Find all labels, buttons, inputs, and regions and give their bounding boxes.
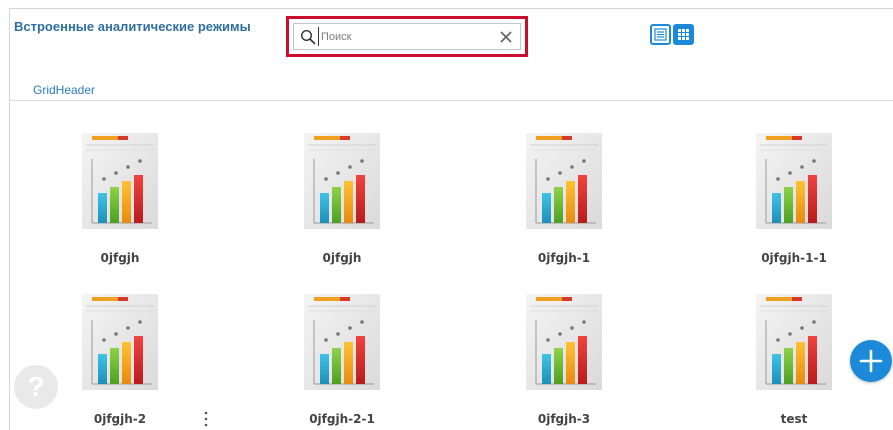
list-view-button[interactable]: [650, 24, 671, 45]
grid-header-label: GridHeader: [33, 83, 96, 97]
report-tile[interactable]: 0jfgjh-1-1: [729, 133, 859, 265]
bar-chart-report-icon: [82, 294, 158, 390]
help-icon[interactable]: ?: [14, 365, 58, 409]
bar-chart-report-icon: [82, 133, 158, 229]
page-title: Встроенные аналитические режимы: [14, 19, 251, 34]
bar-chart-report-icon: [756, 294, 832, 390]
report-tile[interactable]: 0jfgjh-2-1: [277, 294, 407, 426]
report-name: 0jfgjh-2-1: [309, 412, 375, 426]
search-box[interactable]: [293, 23, 521, 50]
add-button[interactable]: [850, 340, 892, 382]
report-name: 0jfgjh-1: [537, 251, 591, 265]
divider: [10, 100, 893, 101]
search-input[interactable]: [318, 27, 498, 46]
bar-chart-report-icon: [526, 294, 602, 390]
grid-view-icon: [678, 29, 689, 40]
report-tile[interactable]: 0jfgjh: [277, 133, 407, 265]
report-tile[interactable]: 0jfgjh-2: [55, 294, 185, 426]
close-icon[interactable]: [498, 29, 514, 45]
view-toggle: [650, 24, 694, 45]
bar-chart-report-icon: [304, 133, 380, 229]
grid-view-button[interactable]: [673, 24, 694, 45]
report-name: 0jfgjh-1-1: [761, 251, 827, 265]
list-view-icon: [654, 28, 667, 41]
plus-icon: [859, 349, 883, 373]
more-vertical-icon[interactable]: [203, 411, 209, 427]
search-highlight: [286, 16, 528, 57]
bar-chart-report-icon: [526, 133, 602, 229]
report-name: 0jfgjh-3: [537, 412, 591, 426]
bar-chart-report-icon: [304, 294, 380, 390]
report-name: 0jfgjh-2: [93, 412, 147, 426]
report-name: 0jfgjh: [322, 251, 362, 265]
report-tile[interactable]: 0jfgjh-1: [499, 133, 629, 265]
report-tile[interactable]: test: [729, 294, 859, 426]
report-name: 0jfgjh: [100, 251, 140, 265]
bar-chart-report-icon: [756, 133, 832, 229]
search-icon: [300, 29, 316, 45]
report-name: test: [780, 412, 808, 426]
report-tile[interactable]: 0jfgjh-3: [499, 294, 629, 426]
report-tile[interactable]: 0jfgjh: [55, 133, 185, 265]
